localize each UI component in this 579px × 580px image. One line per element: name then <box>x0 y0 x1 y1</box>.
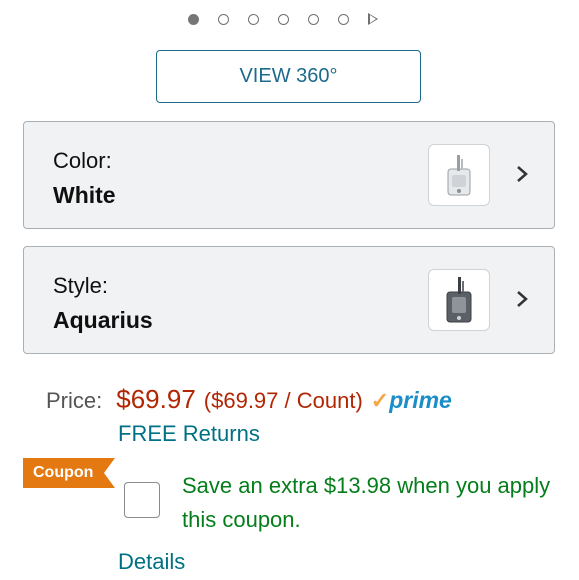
video-play-icon[interactable] <box>368 13 378 25</box>
price-row: Price: $69.97 ($69.97 / Count) ✓ prime <box>46 384 452 415</box>
prime-logo: ✓ prime <box>371 387 452 414</box>
price-label: Price: <box>46 388 103 413</box>
prime-check-icon: ✓ <box>370 388 390 413</box>
view-360-button[interactable]: VIEW 360° <box>156 50 421 103</box>
color-value: White <box>53 182 116 208</box>
color-label: Color: <box>53 148 112 173</box>
coupon-checkbox[interactable] <box>124 482 160 518</box>
carousel-dot[interactable] <box>218 13 229 25</box>
carousel-dot[interactable] <box>278 13 289 25</box>
price-value: $69.97 <box>116 384 196 414</box>
color-thumbnail <box>428 144 490 206</box>
chevron-right-icon <box>517 291 528 307</box>
style-label: Style: <box>53 273 109 298</box>
image-carousel-indicator[interactable] <box>188 10 378 28</box>
carousel-dot-active[interactable] <box>188 13 199 25</box>
water-flosser-gray-icon <box>446 277 472 323</box>
coupon-badge: Coupon <box>23 458 115 488</box>
water-flosser-white-icon <box>447 155 471 196</box>
style-value: Aquarius <box>53 307 153 333</box>
carousel-dot[interactable] <box>338 13 349 25</box>
prime-wordmark: prime <box>389 387 452 413</box>
chevron-right-icon <box>517 166 528 182</box>
carousel-dot[interactable] <box>308 13 319 25</box>
free-returns-link[interactable]: FREE Returns <box>118 421 260 447</box>
unit-price: ($69.97 / Count) <box>203 388 363 413</box>
color-selector[interactable]: Color: White <box>23 121 555 229</box>
style-selector[interactable]: Style: Aquarius <box>23 246 555 354</box>
coupon-details-link[interactable]: Details <box>118 549 185 575</box>
carousel-dot[interactable] <box>248 13 259 25</box>
style-thumbnail <box>428 269 490 331</box>
coupon-description: Save an extra $13.98 when you apply this… <box>182 473 551 532</box>
